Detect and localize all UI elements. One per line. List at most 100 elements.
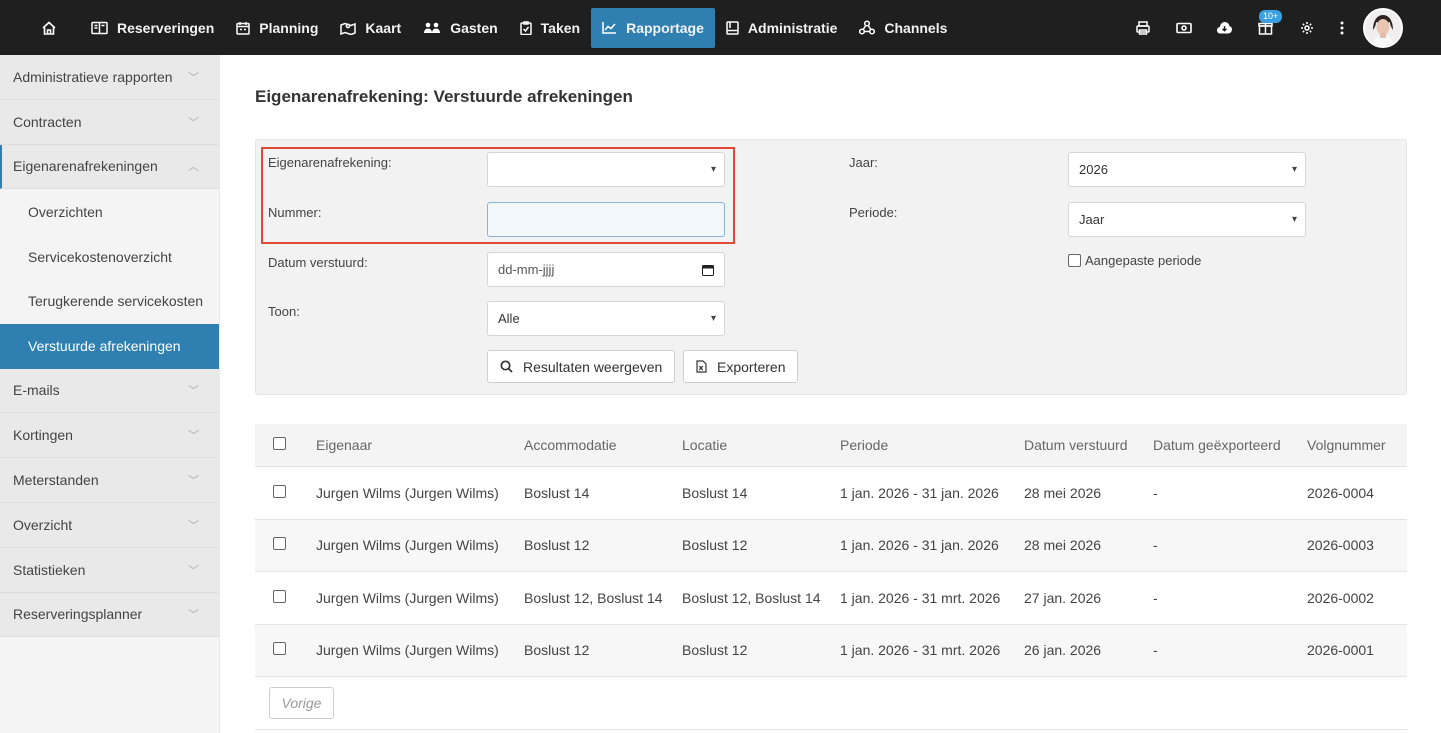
column-header[interactable]: Locatie xyxy=(682,437,840,453)
nav-label: Taken xyxy=(540,19,581,36)
avatar[interactable] xyxy=(1363,7,1403,48)
sidebar-item-eigenarenafrekeningen[interactable]: Eigenarenafrekeningen ︿ xyxy=(0,144,219,190)
sidebar-item-reserveringsplanner[interactable]: Reserveringsplanner ﹀ xyxy=(0,592,219,638)
sidebar-item-label: Eigenarenafrekeningen xyxy=(13,158,158,175)
row-checkbox[interactable] xyxy=(273,589,286,603)
settings-button[interactable] xyxy=(1286,0,1327,55)
column-header[interactable]: Eigenaar xyxy=(316,437,524,453)
cell-locatie: Boslust 14 xyxy=(682,484,748,501)
periode-select[interactable]: Jaar ▾ xyxy=(1068,202,1306,237)
resultaten-weergeven-button[interactable]: Resultaten weergeven xyxy=(487,350,676,383)
row-checkbox[interactable] xyxy=(273,484,286,498)
search-icon xyxy=(500,360,513,373)
nav-label: Channels xyxy=(884,19,948,36)
column-header[interactable]: Periode xyxy=(840,437,1024,453)
sidebar-item-label: Administratieve rapporten xyxy=(13,68,173,85)
jaar-select[interactable]: 2026 ▾ xyxy=(1068,152,1306,187)
sidebar-item-meterstanden[interactable]: Meterstanden ﹀ xyxy=(0,458,219,503)
cell-eigenaar: Jurgen Wilms (Jurgen Wilms) xyxy=(316,484,499,501)
nav-taken[interactable]: Taken xyxy=(509,8,591,48)
chevron-down-icon: ▾ xyxy=(1291,164,1297,175)
sidebar-subitem-label: Servicekostenoverzicht xyxy=(28,248,172,265)
sidebar-item-label: Meterstanden xyxy=(13,472,99,489)
cash-button[interactable] xyxy=(1163,0,1204,55)
clipboard-icon xyxy=(519,20,532,35)
sidebar-subitem-label: Terugkerende servicekosten xyxy=(28,293,204,310)
chevron-down-icon: ﹀ xyxy=(188,116,199,129)
datum-verstuurd-label: Datum verstuurd: xyxy=(268,255,368,270)
sidebar-subitem-terugkerende-servicekosten[interactable]: Terugkerende servicekosten xyxy=(0,278,219,324)
cell-volgnummer: 2026-0003 xyxy=(1307,537,1374,554)
table-row[interactable]: Jurgen Wilms (Jurgen Wilms) Boslust 12, … xyxy=(255,572,1407,625)
table-row[interactable]: Jurgen Wilms (Jurgen Wilms) Boslust 12 B… xyxy=(255,519,1407,572)
chevron-down-icon: ﹀ xyxy=(188,475,199,488)
sidebar-item-contracten[interactable]: Contracten ﹀ xyxy=(0,99,219,145)
row-checkbox[interactable] xyxy=(273,537,286,551)
cell-accommodatie: Boslust 12 xyxy=(524,642,590,659)
sidebar-subitem-label: Overzichten xyxy=(28,203,103,220)
calendar-icon[interactable] xyxy=(702,264,714,276)
cell-periode: 1 jan. 2026 - 31 mrt. 2026 xyxy=(840,642,1001,659)
column-header[interactable]: Volgnummer xyxy=(1307,437,1407,453)
row-checkbox[interactable] xyxy=(273,642,286,656)
column-header[interactable]: Datum geëxporteerd xyxy=(1153,437,1307,453)
table-row[interactable]: Jurgen Wilms (Jurgen Wilms) Boslust 14 B… xyxy=(255,467,1407,520)
nav-administratie[interactable]: Administratie xyxy=(715,8,848,48)
exporteren-button[interactable]: Exporteren xyxy=(683,350,799,383)
sidebar-subitem-verstuurde-afrekeningen[interactable]: Verstuurde afrekeningen xyxy=(0,323,219,369)
gift-button[interactable]: 10+ xyxy=(1245,0,1286,55)
chart-icon xyxy=(602,22,617,34)
user-avatar-icon xyxy=(1365,9,1401,46)
chevron-down-icon: ﹀ xyxy=(188,71,199,84)
nav-rapportage[interactable]: Rapportage xyxy=(591,7,715,48)
chevron-down-icon: ▾ xyxy=(710,313,716,324)
sidebar-subitem-servicekostenoverzicht[interactable]: Servicekostenoverzicht xyxy=(0,234,219,279)
nav-gasten[interactable]: Gasten xyxy=(412,8,508,48)
cell-accommodatie: Boslust 12, Boslust 14 xyxy=(524,589,663,606)
toon-select[interactable]: Alle ▾ xyxy=(487,301,725,336)
sidebar-item-statistieken[interactable]: Statistieken ﹀ xyxy=(0,547,219,593)
sidebar-item-label: Overzicht xyxy=(13,516,73,533)
sidebar-item-administratieve-rapporten[interactable]: Administratieve rapporten ﹀ xyxy=(0,55,219,100)
sidebar-subitem-overzichten[interactable]: Overzichten xyxy=(0,189,219,235)
printer-icon xyxy=(1135,20,1150,35)
cloud-download-button[interactable] xyxy=(1204,0,1245,55)
chevron-up-icon: ︿ xyxy=(188,161,199,174)
nav-kaart[interactable]: Kaart xyxy=(329,8,412,48)
cell-eigenaar: Jurgen Wilms (Jurgen Wilms) xyxy=(316,589,499,606)
users-icon xyxy=(424,22,441,33)
cell-periode: 1 jan. 2026 - 31 mrt. 2026 xyxy=(840,589,1001,606)
sidebar-item-kortingen[interactable]: Kortingen ﹀ xyxy=(0,413,219,459)
sidebar-item-label: E-mails xyxy=(13,382,60,399)
more-menu-button[interactable] xyxy=(1327,0,1357,55)
cell-periode: 1 jan. 2026 - 31 jan. 2026 xyxy=(840,537,999,554)
chevron-down-icon: ﹀ xyxy=(188,519,199,532)
sidebar-item-label: Statistieken xyxy=(13,561,86,578)
printer-button[interactable] xyxy=(1122,0,1163,55)
nav-planning[interactable]: Planning xyxy=(225,8,329,48)
home-icon xyxy=(42,20,56,35)
map-icon xyxy=(340,22,357,35)
periode-select-value: Jaar xyxy=(1079,212,1105,227)
nav-label: Gasten xyxy=(450,19,498,36)
cell-datum-geexporteerd: - xyxy=(1153,537,1158,554)
column-header[interactable]: Accommodatie xyxy=(524,437,682,453)
chevron-down-icon: ﹀ xyxy=(188,609,199,622)
cell-locatie: Boslust 12, Boslust 14 xyxy=(682,589,821,606)
aangepaste-periode-checkbox[interactable] xyxy=(1068,254,1081,267)
previous-page-button[interactable]: Vorige xyxy=(269,687,334,719)
nav-channels[interactable]: Channels xyxy=(848,8,958,48)
select-all-checkbox[interactable] xyxy=(273,437,286,450)
datum-verstuurd-input[interactable]: dd-mm-jjjj xyxy=(487,252,725,287)
table-row[interactable]: Jurgen Wilms (Jurgen Wilms) Boslust 12 B… xyxy=(255,624,1407,677)
sidebar-item-overzicht[interactable]: Overzicht ﹀ xyxy=(0,502,219,548)
divider xyxy=(255,729,1407,730)
sidebar-subitem-label: Verstuurde afrekeningen xyxy=(28,338,181,355)
sidebar-item-e-mails[interactable]: E-mails ﹀ xyxy=(0,368,219,414)
sidebar-item-label: Contracten xyxy=(13,113,82,130)
nav-reserveringen[interactable]: Reserveringen xyxy=(80,8,225,48)
home-button[interactable] xyxy=(24,0,74,55)
cell-datum-geexporteerd: - xyxy=(1153,589,1158,606)
chevron-down-icon: ﹀ xyxy=(188,564,199,577)
column-header[interactable]: Datum verstuurd xyxy=(1024,437,1153,453)
